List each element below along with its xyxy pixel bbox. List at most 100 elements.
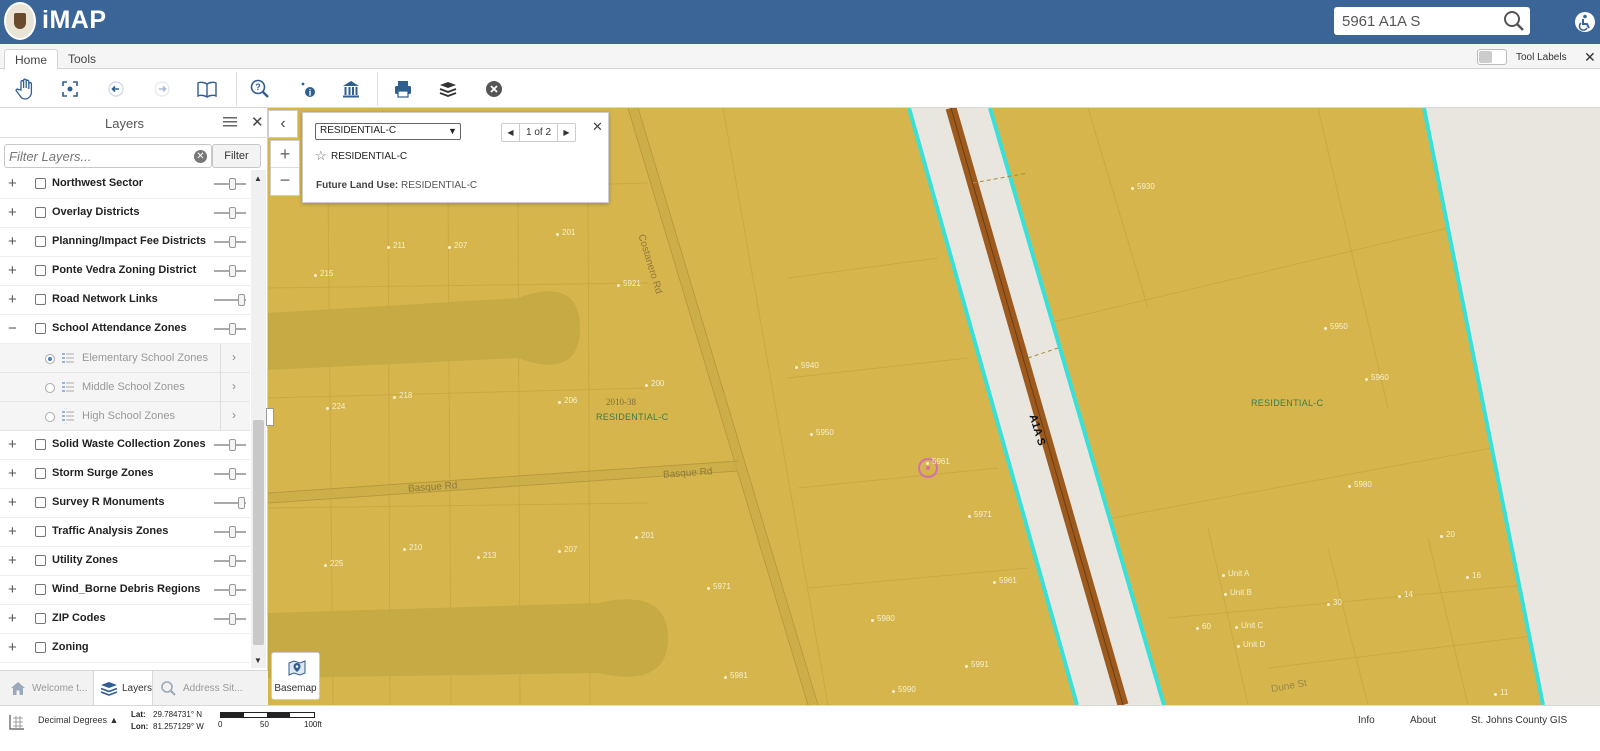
layers-stack-icon[interactable] [435, 76, 461, 102]
expand-icon[interactable]: + [8, 204, 20, 221]
chevron-right-icon[interactable]: › [232, 408, 236, 422]
clear-x-icon[interactable] [481, 76, 507, 102]
sublayer-radio[interactable] [45, 354, 55, 364]
expand-icon[interactable]: + [8, 581, 20, 598]
sublayer-row-elementary[interactable]: Elementary School Zones › [0, 344, 250, 373]
expand-icon[interactable]: + [8, 639, 20, 656]
feature-layer-select[interactable]: RESIDENTIAL-C ▼ [315, 123, 461, 140]
next-extent-icon[interactable] [149, 76, 175, 102]
tab-home[interactable]: Home [4, 49, 59, 70]
favorite-star-icon[interactable]: ☆ [315, 148, 327, 164]
layer-checkbox[interactable] [35, 613, 46, 624]
scroll-thumb[interactable] [253, 420, 264, 645]
opacity-slider[interactable] [214, 236, 246, 248]
layer-checkbox[interactable] [35, 526, 46, 537]
expand-icon[interactable]: + [8, 610, 20, 627]
previous-feature-button[interactable]: ◀ [502, 124, 520, 141]
opacity-slider[interactable] [214, 323, 246, 335]
layer-checkbox[interactable] [35, 642, 46, 653]
filter-layers-box[interactable]: ✕ [4, 144, 212, 168]
layer-row-school-attendance-zones[interactable]: − School Attendance Zones [0, 315, 250, 344]
about-link[interactable]: About [1410, 715, 1436, 726]
search-icon[interactable] [1502, 10, 1526, 32]
opacity-slider[interactable] [214, 294, 246, 306]
expand-icon[interactable]: + [8, 291, 20, 308]
expand-icon[interactable]: + [8, 175, 20, 192]
opacity-slider[interactable] [214, 613, 246, 625]
full-extent-icon[interactable] [57, 76, 83, 102]
zoom-out-button[interactable]: − [271, 168, 299, 195]
layer-checkbox[interactable] [35, 497, 46, 508]
sublayer-radio[interactable] [45, 383, 55, 393]
opacity-slider[interactable] [214, 439, 246, 451]
parcel-building-icon[interactable] [338, 76, 364, 102]
layer-row-wind-borne-debris[interactable]: + Wind_Borne Debris Regions [0, 576, 250, 605]
pan-hand-icon[interactable] [12, 76, 38, 102]
opacity-slider[interactable] [214, 497, 246, 509]
info-point-icon[interactable]: i [294, 76, 320, 102]
identify-search-icon[interactable]: ? [247, 76, 273, 102]
layer-row-utility-zones[interactable]: + Utility Zones [0, 547, 250, 576]
layer-row-road-network-links[interactable]: + Road Network Links [0, 286, 250, 315]
tab-address-site[interactable]: Address Sit... [153, 671, 253, 707]
tab-layers[interactable]: Layers [93, 671, 153, 707]
address-search-box[interactable] [1334, 7, 1530, 35]
filter-layers-input[interactable] [9, 148, 189, 164]
opacity-slider[interactable] [214, 555, 246, 567]
layer-row-zip-codes[interactable]: + ZIP Codes [0, 605, 250, 634]
opacity-slider[interactable] [214, 178, 246, 190]
scroll-down-arrow-icon[interactable]: ▼ [254, 656, 262, 665]
tab-tools[interactable]: Tools [58, 49, 106, 69]
sublayer-row-middle[interactable]: Middle School Zones › [0, 373, 250, 402]
clear-filter-icon[interactable]: ✕ [194, 150, 207, 163]
coordinate-format-toggle[interactable]: Decimal Degrees ▲ [38, 715, 118, 725]
layer-row-storm-surge[interactable]: + Storm Surge Zones [0, 460, 250, 489]
layer-checkbox[interactable] [35, 265, 46, 276]
hamburger-menu-icon[interactable] [223, 116, 237, 128]
chevron-right-icon[interactable]: › [232, 350, 236, 364]
layer-checkbox[interactable] [35, 236, 46, 247]
expand-icon[interactable]: + [8, 494, 20, 511]
layer-checkbox[interactable] [35, 178, 46, 189]
layer-row-survey-r-monuments[interactable]: + Survey R Monuments [0, 489, 250, 518]
scroll-up-arrow-icon[interactable]: ▲ [254, 174, 262, 183]
layer-checkbox[interactable] [35, 323, 46, 334]
sublayer-radio[interactable] [45, 412, 55, 422]
zoom-in-button[interactable]: + [271, 141, 299, 168]
close-popup-icon[interactable]: ✕ [592, 119, 603, 135]
next-feature-button[interactable]: ▶ [557, 124, 575, 141]
opacity-slider[interactable] [214, 526, 246, 538]
bookmarks-book-icon[interactable] [194, 76, 220, 102]
info-link[interactable]: Info [1358, 715, 1375, 726]
layer-row-planning-impact-fee[interactable]: + Planning/Impact Fee Districts [0, 228, 250, 257]
close-icon[interactable]: ✕ [251, 113, 264, 131]
tool-labels-toggle[interactable] [1477, 49, 1507, 65]
layer-row-ponte-vedra-zoning[interactable]: + Ponte Vedra Zoning District [0, 257, 250, 286]
expand-icon[interactable]: + [8, 262, 20, 279]
panel-resize-handle[interactable] [266, 408, 274, 426]
address-search-input[interactable] [1342, 11, 1492, 31]
collapse-icon[interactable]: − [8, 320, 20, 337]
layer-checkbox[interactable] [35, 584, 46, 595]
close-ribbon-icon[interactable]: ✕ [1584, 49, 1596, 66]
opacity-slider[interactable] [214, 265, 246, 277]
layer-checkbox[interactable] [35, 439, 46, 450]
county-gis-link[interactable]: St. Johns County GIS [1471, 715, 1567, 726]
layer-checkbox[interactable] [35, 555, 46, 566]
layer-row-zoning[interactable]: + Zoning [0, 634, 250, 663]
opacity-slider[interactable] [214, 207, 246, 219]
layer-checkbox[interactable] [35, 294, 46, 305]
layer-checkbox[interactable] [35, 468, 46, 479]
layer-row-solid-waste[interactable]: + Solid Waste Collection Zones [0, 431, 250, 460]
layer-row-traffic-analysis[interactable]: + Traffic Analysis Zones [0, 518, 250, 547]
expand-icon[interactable]: + [8, 523, 20, 540]
sublayer-row-high[interactable]: High School Zones › [0, 402, 250, 431]
expand-icon[interactable]: + [8, 233, 20, 250]
expand-icon[interactable]: + [8, 465, 20, 482]
opacity-slider[interactable] [214, 468, 246, 480]
layer-list-scrollbar[interactable]: ▲ ▼ [251, 170, 266, 668]
chevron-right-icon[interactable]: › [232, 379, 236, 393]
opacity-slider[interactable] [214, 584, 246, 596]
accessibility-icon[interactable] [1575, 12, 1595, 32]
tab-welcome[interactable]: Welcome t... [0, 671, 93, 707]
